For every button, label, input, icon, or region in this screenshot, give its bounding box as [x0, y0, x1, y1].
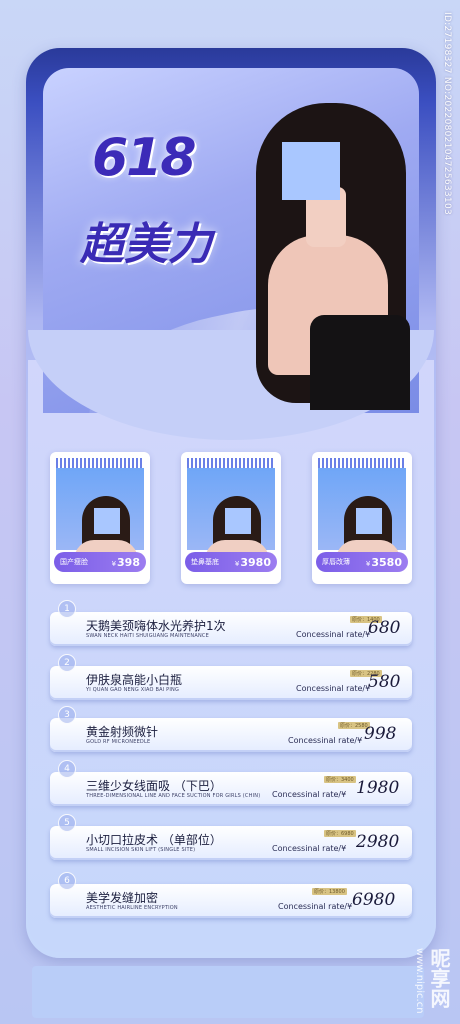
product-photo	[56, 468, 144, 566]
product-name: 国产瘦脸	[60, 558, 88, 566]
product-price: ¥3580	[365, 555, 402, 569]
original-price: 原价：6980	[324, 830, 356, 837]
item-subtitle: SWAN NECK HAITI SHUIGUANG MAINTENANCE	[86, 633, 209, 639]
item-subtitle: AESTHETIC HAIRLINE ENCRYPTION	[86, 905, 178, 911]
product-photo	[318, 468, 406, 566]
item-number: 3	[58, 706, 76, 724]
face-blur-box	[356, 508, 382, 534]
original-price: 原价：3400	[324, 776, 356, 783]
item-title: 三维少女线面吸 （下巴）	[86, 779, 222, 793]
rate-label: Concessinal rate/¥	[288, 736, 363, 745]
rate-label: Concessinal rate/¥	[278, 902, 353, 911]
price-tag: 国产瘦脸 ¥398	[54, 552, 146, 572]
item-title: 伊肤泉高能小白瓶	[86, 673, 183, 687]
list-item[interactable]: 4 三维少女线面吸 （下巴） THREE-DIMENSIONAL LINE AN…	[50, 760, 412, 806]
face-blur-box	[282, 142, 340, 200]
product-price: ¥3980	[234, 555, 271, 569]
item-subtitle: SMALL INCISION SKIN LIFT (SINGLE SITE)	[86, 847, 196, 853]
lower-panel	[28, 360, 434, 952]
product-card[interactable]: 垫鼻基底 ¥3980	[181, 452, 281, 584]
item-subtitle: THREE-DIMENSIONAL LINE AND FACE SUCTION …	[86, 793, 261, 799]
product-photo	[187, 468, 275, 566]
item-title: 天鹅美颈嗨体水光养护1次	[86, 619, 226, 633]
watermark-brand: 昵享网	[427, 948, 451, 1009]
face-blur-box	[94, 508, 120, 534]
item-title: 小切口拉皮术 （单部位）	[86, 833, 222, 847]
list-item[interactable]: 5 小切口拉皮术 （单部位） SMALL INCISION SKIN LIFT …	[50, 814, 412, 860]
barcode-decoration	[187, 458, 275, 468]
image-id-label: ID:27198327 NO:20220802104725633103	[442, 12, 452, 215]
rate-label: Concessinal rate/¥	[296, 630, 371, 639]
item-number: 5	[58, 814, 76, 832]
item-price: 6980	[352, 890, 396, 910]
featured-products: 国产瘦脸 ¥398 垫鼻基底 ¥3980 厚唇改薄 ¥3580	[50, 452, 412, 584]
item-number: 2	[58, 654, 76, 672]
watermark-site: www.nipic.cn	[414, 948, 425, 1014]
product-price: ¥398	[111, 555, 140, 569]
barcode-decoration	[56, 458, 144, 468]
product-name: 厚唇改薄	[322, 558, 350, 566]
barcode-decoration	[318, 458, 406, 468]
item-price: 998	[364, 724, 397, 744]
item-number: 4	[58, 760, 76, 778]
rate-label: Concessinal rate/¥	[272, 844, 347, 853]
item-number: 6	[58, 872, 76, 890]
item-price: 2980	[356, 832, 400, 852]
product-card[interactable]: 厚唇改薄 ¥3580	[312, 452, 412, 584]
item-subtitle: GOLD RF MICRONEEDLE	[86, 739, 151, 745]
item-number: 1	[58, 600, 76, 618]
logo-618: 618	[92, 128, 197, 188]
watermark: 昵享网 www.nipic.cn	[414, 942, 454, 1014]
list-item[interactable]: 2 伊肤泉高能小白瓶 YI QUAN GAO NENG XIAO BAI PIN…	[50, 654, 412, 700]
item-title: 黄金射频微针	[86, 725, 159, 739]
list-item[interactable]: 3 黄金射频微针 GOLD RF MICRONEEDLE 原价：2580 Con…	[50, 706, 412, 752]
product-name: 垫鼻基底	[191, 558, 219, 566]
product-card[interactable]: 国产瘦脸 ¥398	[50, 452, 150, 584]
list-item[interactable]: 1 天鹅美颈嗨体水光养护1次 SWAN NECK HAITI SHUIGUANG…	[50, 600, 412, 646]
face-blur-box	[225, 508, 251, 534]
rate-label: Concessinal rate/¥	[296, 684, 371, 693]
item-price: 580	[368, 672, 401, 692]
item-price: 680	[368, 618, 401, 638]
list-item[interactable]: 6 美学发缝加密 AESTHETIC HAIRLINE ENCRYPTION 原…	[50, 872, 412, 918]
bottom-bar	[32, 966, 424, 1018]
price-tag: 垫鼻基底 ¥3980	[185, 552, 277, 572]
rate-label: Concessinal rate/¥	[272, 790, 347, 799]
price-tag: 厚唇改薄 ¥3580	[316, 552, 408, 572]
model-dress	[310, 315, 410, 410]
item-title: 美学发缝加密	[86, 891, 159, 905]
original-price: 原价：13800	[312, 888, 347, 895]
logo-slogan: 超美力	[80, 219, 212, 270]
item-price: 1980	[356, 778, 400, 798]
item-subtitle: YI QUAN GAO NENG XIAO BAI PING	[86, 687, 180, 693]
